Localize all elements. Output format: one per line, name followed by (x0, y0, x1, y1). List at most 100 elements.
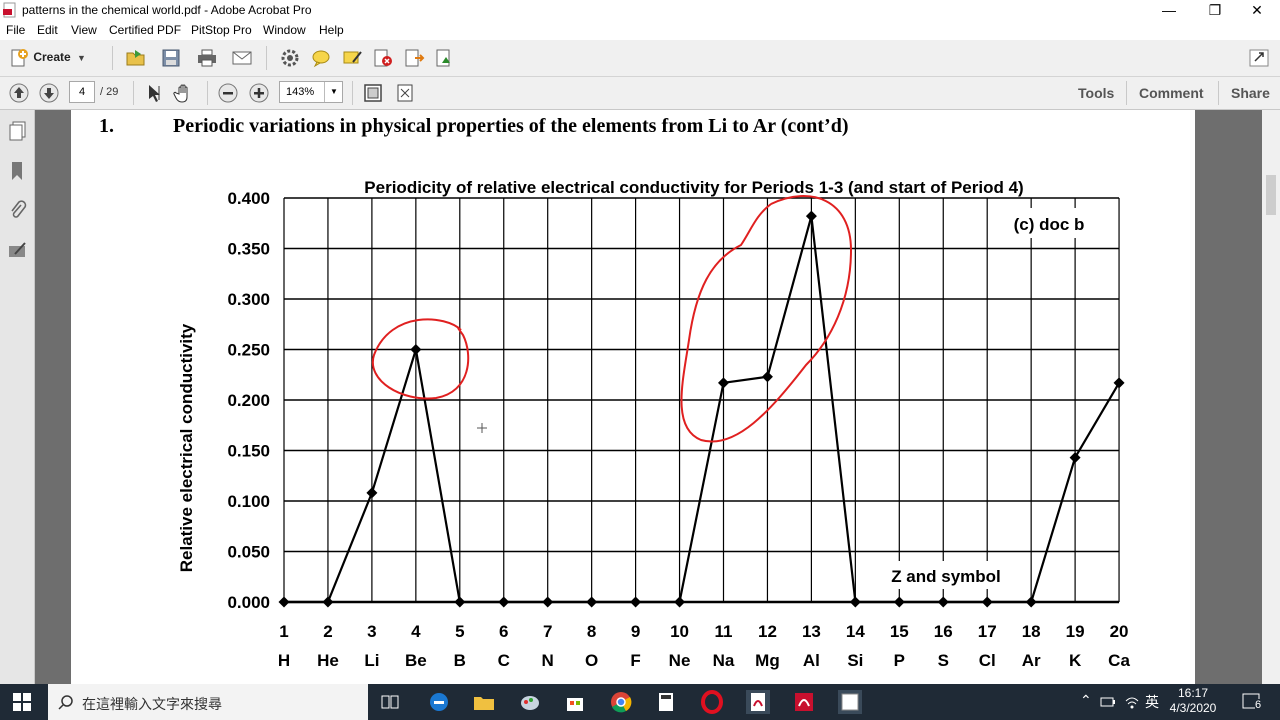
select-tool-icon[interactable] (143, 82, 165, 104)
tools-button[interactable]: Tools (1078, 85, 1114, 101)
edge-browser-icon[interactable] (427, 690, 451, 714)
input-method-indicator[interactable]: 英 (1145, 692, 1159, 712)
menu-file[interactable]: File (6, 23, 25, 37)
y-tick-label: 0.000 (227, 593, 270, 612)
minimize-button[interactable]: — (1146, 0, 1192, 21)
chrome-icon[interactable] (609, 690, 633, 714)
opera-icon[interactable] (700, 690, 724, 714)
toolbar-separator (352, 81, 353, 105)
data-point-marker (849, 596, 861, 608)
data-point-marker (893, 596, 905, 608)
x-tick-symbol: O (585, 651, 598, 670)
y-tick-label: 0.350 (227, 240, 270, 259)
data-point-marker (454, 596, 466, 608)
open-folder-icon[interactable] (125, 48, 147, 68)
reject-icon[interactable] (372, 48, 394, 68)
bookmark-icon[interactable] (8, 160, 28, 182)
data-point-marker (278, 596, 290, 608)
export-icon[interactable] (403, 48, 425, 68)
zoom-in-icon[interactable] (248, 82, 270, 104)
system-clock[interactable]: 16:17 4/3/2020 (1168, 686, 1218, 716)
x-tick-symbol: H (278, 651, 290, 670)
chevron-up-icon[interactable]: ⌃ (1080, 692, 1092, 709)
toolbar-separator (112, 46, 113, 70)
window-app-icon[interactable] (838, 690, 862, 714)
wifi-icon[interactable] (1124, 694, 1140, 710)
title-bar: patterns in the chemical world.pdf - Ado… (0, 0, 1280, 21)
full-screen-icon[interactable] (394, 82, 416, 104)
menu-edit[interactable]: Edit (37, 23, 58, 37)
hand-tool-icon[interactable] (173, 82, 195, 104)
x-tick-number: 14 (846, 622, 865, 641)
data-point-marker (586, 596, 598, 608)
calculator-icon[interactable] (654, 690, 678, 714)
y-axis-label: Relative electrical conductivity (177, 323, 196, 572)
acrobat-reader-icon[interactable] (792, 690, 816, 714)
acrobat-taskbar-icon[interactable] (746, 690, 770, 714)
x-tick-number: 7 (543, 622, 552, 641)
share-button[interactable]: Share (1231, 85, 1270, 101)
scrollbar-thumb[interactable] (1266, 175, 1276, 215)
x-tick-symbol: P (894, 651, 905, 670)
data-point-marker (937, 596, 949, 608)
x-tick-number: 20 (1110, 622, 1129, 641)
comment-bubble-icon[interactable] (310, 48, 332, 68)
previous-page-icon[interactable] (8, 82, 30, 104)
battery-icon[interactable] (1100, 695, 1116, 709)
x-tick-number: 2 (323, 622, 332, 641)
menu-view[interactable]: View (71, 23, 97, 37)
x-tick-symbol: Si (847, 651, 863, 670)
create-icon (11, 49, 28, 67)
data-point-marker (630, 596, 642, 608)
navigation-toolbar: 4 / 29 143% ▼ Tools Comment Share (0, 77, 1280, 110)
zoom-select[interactable]: 143% ▼ (279, 81, 343, 103)
gear-icon[interactable] (279, 48, 301, 68)
menu-certified-pdf[interactable]: Certified PDF (109, 23, 181, 37)
chevron-down-icon[interactable]: ▼ (324, 82, 343, 102)
attachment-icon[interactable] (8, 200, 28, 222)
review-icon[interactable] (434, 48, 456, 68)
taskbar-search[interactable]: 在這裡輸入文字來搜尋 (48, 684, 368, 720)
restore-button[interactable]: ❐ (1192, 0, 1238, 21)
windows-start-icon[interactable] (13, 693, 31, 711)
x-tick-symbol: Na (713, 651, 735, 670)
x-tick-symbol: F (630, 651, 640, 670)
toolbar-separator (133, 81, 134, 105)
page-thumbnails-icon[interactable] (8, 120, 28, 142)
comment-button[interactable]: Comment (1139, 85, 1204, 101)
y-tick-label: 0.400 (227, 189, 270, 208)
task-view-icon[interactable] (378, 690, 402, 714)
file-explorer-icon[interactable] (472, 690, 496, 714)
menu-pitstop-pro[interactable]: PitStop Pro (191, 23, 252, 37)
x-tick-symbol: K (1069, 651, 1082, 670)
zoom-out-icon[interactable] (217, 82, 239, 104)
y-tick-label: 0.100 (227, 492, 270, 511)
y-tick-label: 0.300 (227, 290, 270, 309)
x-tick-number: 6 (499, 622, 508, 641)
menu-help[interactable]: Help (319, 23, 344, 37)
acrobat-app-icon (3, 2, 16, 18)
paint-icon[interactable] (518, 690, 542, 714)
next-page-icon[interactable] (38, 82, 60, 104)
save-icon[interactable] (160, 48, 182, 68)
x-tick-symbol: Mg (755, 651, 780, 670)
data-point-marker (498, 596, 510, 608)
menu-window[interactable]: Window (263, 23, 306, 37)
data-point-marker (718, 377, 729, 389)
x-axis-label: Z and symbol (891, 567, 1001, 586)
page-number-input[interactable]: 4 (69, 81, 95, 103)
store-icon[interactable] (563, 690, 587, 714)
fit-page-icon[interactable] (362, 82, 384, 104)
print-icon[interactable] (196, 48, 218, 68)
close-button[interactable]: ✕ (1234, 0, 1280, 21)
vertical-scrollbar[interactable] (1262, 110, 1280, 684)
create-button[interactable]: Create ▼ (8, 48, 86, 68)
page-heading: Periodic variations in physical properti… (173, 115, 848, 137)
x-tick-number: 4 (411, 622, 421, 641)
menu-bar: File Edit View Certified PDF PitStop Pro… (0, 21, 1280, 40)
email-icon[interactable] (231, 48, 253, 68)
signatures-icon[interactable] (7, 240, 29, 262)
x-tick-number: 15 (890, 622, 909, 641)
expand-icon[interactable] (1248, 48, 1270, 68)
sign-icon[interactable] (341, 48, 363, 68)
